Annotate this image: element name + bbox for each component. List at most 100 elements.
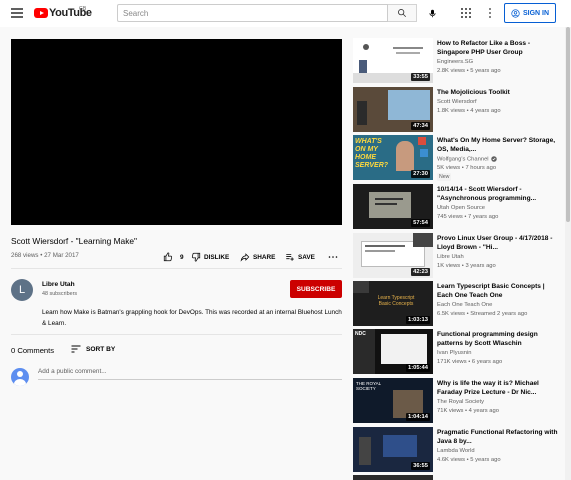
- video-player[interactable]: [11, 39, 342, 225]
- rec-meta: 71K views • 4 years ago: [437, 408, 499, 414]
- recommendation-item[interactable]: 36:55 Pragmatic Functional Refactoring w…: [353, 427, 563, 473]
- voice-search-button[interactable]: [424, 5, 440, 21]
- video-thumbnail: WHAT'S ON MY HOME SERVER? 27:30: [353, 135, 433, 180]
- search-input[interactable]: Search: [117, 4, 388, 22]
- apps-icon[interactable]: [461, 8, 471, 18]
- video-thumbnail: THE ROYAL SOCIETY 1:04:14: [353, 378, 433, 423]
- share-label: SHARE: [253, 253, 276, 261]
- duration-badge: 36:55: [411, 462, 430, 470]
- share-button[interactable]: SHARE: [240, 250, 275, 264]
- rec-channel: Ivan Plyusnin: [437, 350, 472, 356]
- video-thumbnail: 57:54: [353, 184, 433, 229]
- video-description: Learn how Make is Batman's grappling hoo…: [42, 309, 342, 327]
- more-vert-icon[interactable]: [488, 8, 492, 19]
- user-avatar: [11, 368, 29, 386]
- rec-channel: Libre Utah: [437, 254, 464, 260]
- rec-channel: Wolfgang's Channel: [437, 156, 497, 163]
- rec-meta: 5K views • 7 hours ago: [437, 165, 497, 171]
- rec-title: Learn Typescript Basic Concepts | Each O…: [437, 283, 545, 299]
- more-horiz-icon: [328, 256, 338, 258]
- comment-input[interactable]: Add a public comment...: [38, 368, 342, 380]
- rec-channel: Engineers.SG: [437, 59, 474, 65]
- dislike-label: DISLIKE: [204, 253, 230, 261]
- rec-meta: 1.8K views • 4 years ago: [437, 108, 501, 114]
- like-button[interactable]: 9: [163, 250, 184, 264]
- save-button[interactable]: SAVE: [285, 250, 315, 264]
- like-count: 9: [180, 253, 184, 261]
- sign-in-button[interactable]: SIGN IN: [504, 3, 556, 23]
- rec-channel-name: Wolfgang's Channel: [437, 156, 489, 163]
- thumb-up-icon: [163, 252, 173, 262]
- more-actions-button[interactable]: [328, 250, 338, 264]
- video-thumbnail: Learn Typescript Basic Concepts 1:03:13: [353, 281, 433, 326]
- duration-badge: 33:55: [411, 73, 430, 81]
- sign-in-label: SIGN IN: [522, 9, 550, 17]
- rec-meta: 4.6K views • 5 years ago: [437, 457, 501, 463]
- rec-title: The Mojolicious Toolkit: [437, 89, 510, 96]
- rec-title: Why is life the way it is? Michael Farad…: [437, 380, 539, 396]
- rec-channel: Lambda World: [437, 448, 475, 454]
- mic-icon: [429, 9, 435, 17]
- subscribe-button[interactable]: SUBSCRIBE: [290, 280, 342, 298]
- duration-badge: 1:05:44: [406, 364, 430, 372]
- scrollbar-thumb[interactable]: [566, 27, 570, 222]
- rec-title: Functional programming design patterns b…: [437, 331, 538, 347]
- rec-channel: Utah Open Source: [437, 205, 486, 211]
- video-thumbnail: [353, 475, 433, 480]
- recommendation-item[interactable]: THE ROYAL SOCIETY 1:04:14 Why is life th…: [353, 378, 563, 424]
- youtube-play-icon: [34, 8, 48, 18]
- video-thumbnail: 47:34: [353, 87, 433, 132]
- rec-meta: 6.5K views • Streamed 2 years ago: [437, 311, 528, 317]
- search-button[interactable]: [388, 4, 417, 22]
- video-thumbnail: NDC 1:05:44: [353, 329, 433, 374]
- recommendation-item[interactable]: Learn Typescript Basic Concepts 1:03:13 …: [353, 281, 563, 327]
- recommendation-item[interactable]: 42:23 Provo Linux User Group - 4/17/2018…: [353, 233, 563, 279]
- share-icon: [240, 253, 250, 262]
- rec-channel: The Royal Society: [437, 399, 485, 405]
- top-bar: YouTube GB Search SIGN IN: [0, 0, 571, 27]
- duration-badge: 57:54: [411, 219, 430, 227]
- recommendation-item[interactable]: NDC 1:05:44 Functional programming desig…: [353, 329, 563, 375]
- rec-meta: 1K views • 3 years ago: [437, 263, 496, 269]
- account-icon: [511, 8, 520, 18]
- rec-title: What's On My Home Server? Storage, OS, M…: [437, 137, 556, 153]
- rec-title: 10/14/14 - Scott Wiersdorf - "Asynchrono…: [437, 186, 537, 202]
- scrollbar[interactable]: [565, 27, 571, 480]
- divider: [11, 334, 342, 335]
- thumb-down-icon: [191, 252, 201, 262]
- channel-avatar[interactable]: L: [11, 279, 33, 301]
- recommendation-item[interactable]: WHAT'S ON MY HOME SERVER? 27:30 What's O…: [353, 135, 563, 181]
- rec-meta: 171K views • 6 years ago: [437, 359, 503, 365]
- duration-badge: 42:23: [411, 268, 430, 276]
- dislike-button[interactable]: DISLIKE: [191, 250, 229, 264]
- video-thumbnail: 33:55: [353, 38, 433, 83]
- rec-title: Provo Linux User Group - 4/17/2018 - Llo…: [437, 235, 553, 251]
- recommendation-item[interactable]: 47:34 The Mojolicious Toolkit Scott Wier…: [353, 87, 563, 133]
- save-label: SAVE: [298, 253, 315, 261]
- recommendation-item[interactable]: 57:54 10/14/14 - Scott Wiersdorf - "Asyn…: [353, 184, 563, 230]
- rec-title: How to Refactor Like a Boss - Singapore …: [437, 40, 531, 56]
- video-thumbnail: 36:55: [353, 427, 433, 472]
- recommendation-item[interactable]: 33:55 How to Refactor Like a Boss - Sing…: [353, 38, 563, 84]
- duration-badge: 27:30: [411, 170, 430, 178]
- new-badge: New: [437, 173, 452, 181]
- region-label: GB: [79, 6, 87, 12]
- video-title: Scott Wiersdorf - "Learning Make": [11, 236, 138, 246]
- duration-badge: 1:03:13: [406, 316, 430, 324]
- rec-channel: Scott Wiersdorf: [437, 99, 477, 105]
- rec-meta: 2.8K views • 5 years ago: [437, 68, 501, 74]
- rec-meta: 745 views • 7 years ago: [437, 214, 499, 220]
- video-thumbnail: 42:23: [353, 233, 433, 278]
- sort-by-label: SORT BY: [86, 345, 116, 353]
- sort-by-button[interactable]: SORT BY: [71, 345, 115, 353]
- menu-icon[interactable]: [11, 8, 23, 18]
- divider: [11, 268, 342, 269]
- channel-name[interactable]: Libre Utah: [42, 281, 75, 288]
- video-meta: 268 views • 27 Mar 2017: [11, 252, 79, 259]
- comments-count: 0 Comments: [11, 346, 55, 355]
- rec-title: Pragmatic Functional Refactoring with Ja…: [437, 429, 558, 445]
- verified-icon: [491, 156, 497, 162]
- duration-badge: 1:04:14: [406, 413, 430, 421]
- rec-channel: Each One Teach One: [437, 302, 493, 308]
- recommendation-item-partial[interactable]: [353, 475, 563, 480]
